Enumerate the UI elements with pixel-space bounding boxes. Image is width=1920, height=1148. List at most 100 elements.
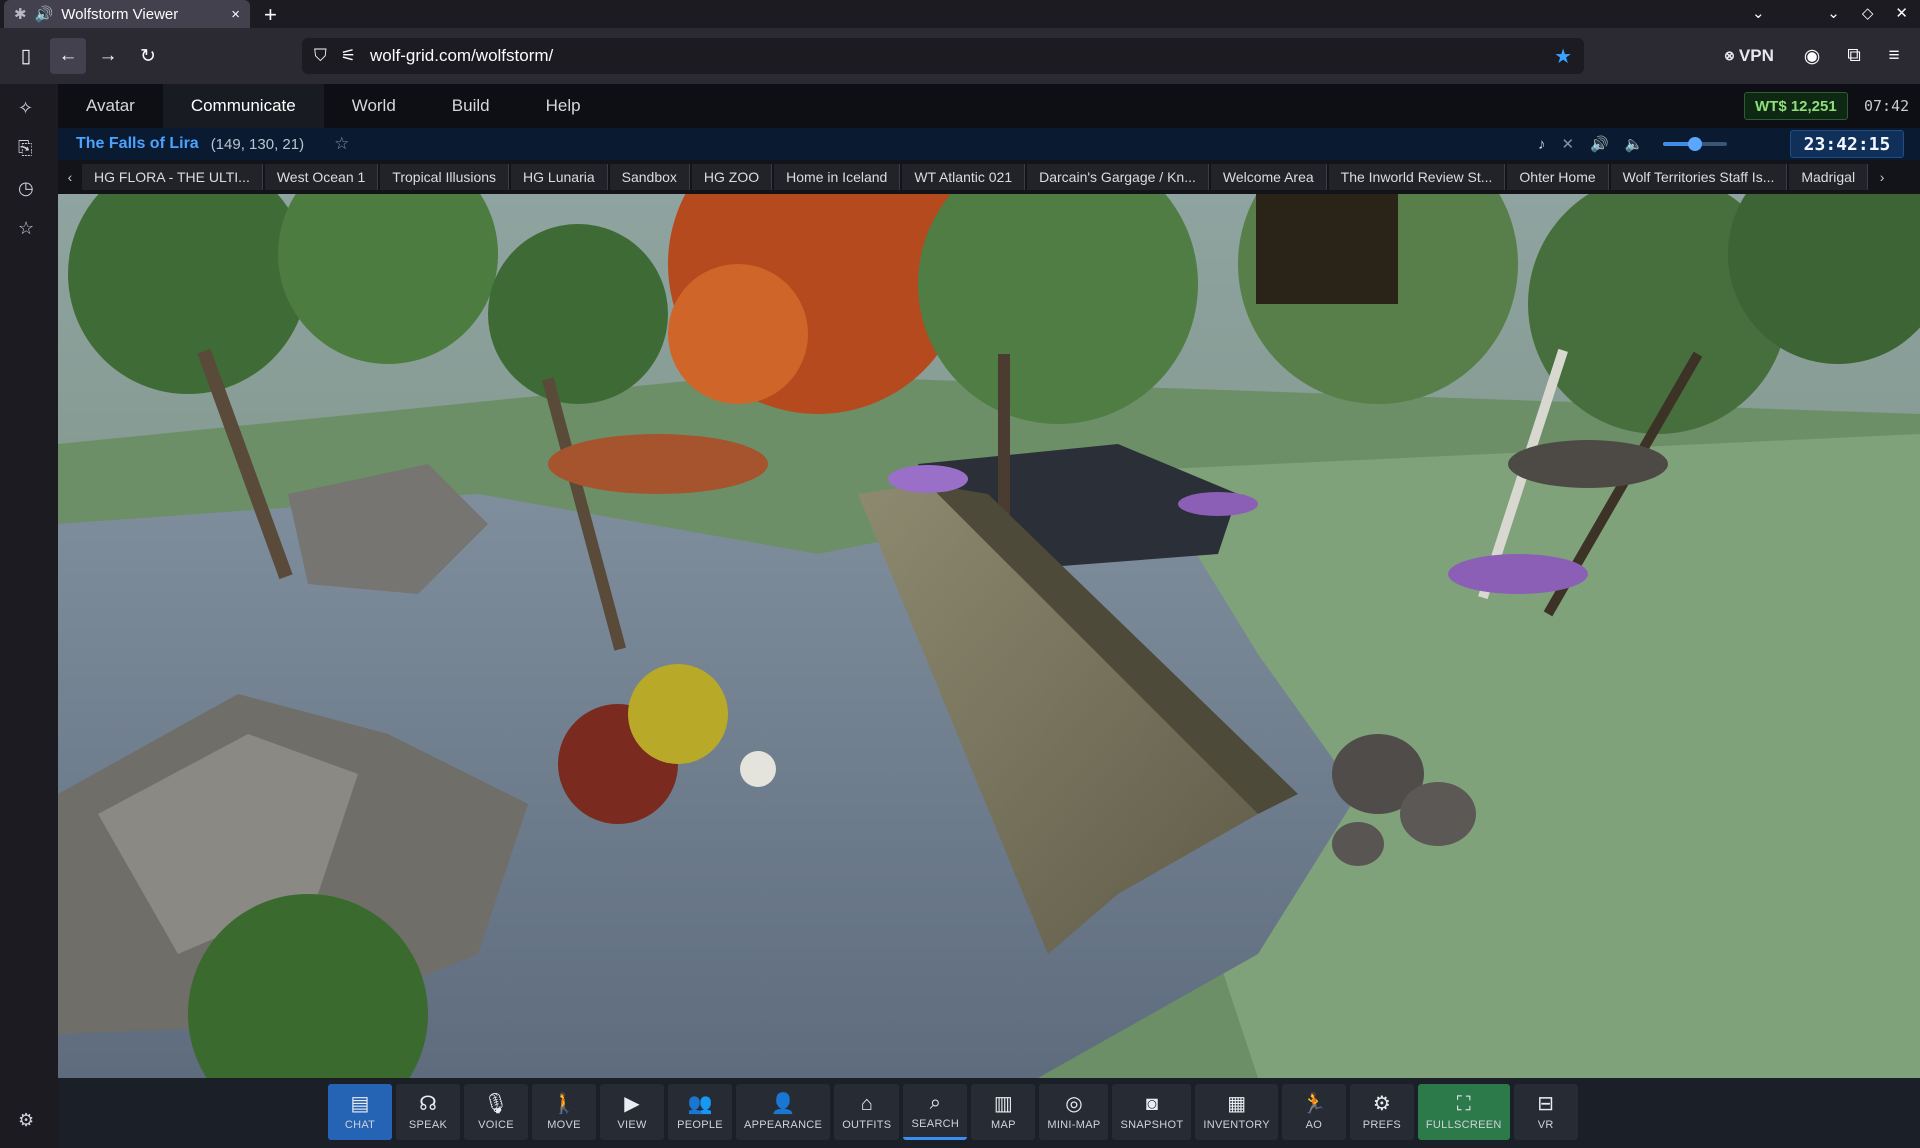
menu-build[interactable]: Build bbox=[424, 84, 518, 128]
volume-slider[interactable] bbox=[1663, 137, 1728, 151]
bookmark-star-icon[interactable]: ★ bbox=[1554, 44, 1572, 69]
viewer-menubar: Avatar Communicate World Build Help WT$ … bbox=[58, 84, 1920, 128]
browser-sidebar: ✧ ⎘ ◷ ☆ ⚙ bbox=[0, 84, 58, 1148]
appearance-label: APPEARANCE bbox=[744, 1119, 823, 1131]
inventory-box-icon: ▦ bbox=[1227, 1093, 1247, 1115]
bookmark-item[interactable]: HG Lunaria bbox=[511, 164, 608, 190]
bookmark-item[interactable]: Welcome Area bbox=[1210, 164, 1327, 190]
compass-icon: ◎ bbox=[1065, 1093, 1083, 1115]
new-tab-button[interactable]: + bbox=[264, 2, 277, 28]
bookmark-item[interactable]: Sandbox bbox=[609, 164, 690, 190]
bookmark-item[interactable]: Home in Iceland bbox=[774, 164, 901, 190]
menu-world[interactable]: World bbox=[324, 84, 424, 128]
bookmark-item[interactable]: Tropical Illusions bbox=[380, 164, 510, 190]
speak-button[interactable]: ☊ SPEAK bbox=[396, 1084, 460, 1140]
person-icon: 👤 bbox=[770, 1093, 796, 1115]
close-window-icon[interactable]: ✕ bbox=[1895, 4, 1908, 22]
ai-sparkle-icon[interactable]: ✧ bbox=[18, 98, 33, 119]
prefs-label: PREFS bbox=[1362, 1119, 1401, 1131]
vpn-button[interactable]: ⊗ VPN bbox=[1724, 28, 1774, 84]
move-button[interactable]: 🚶 MOVE bbox=[532, 1084, 596, 1140]
search-button[interactable]: ⌕ SEARCH bbox=[903, 1084, 968, 1140]
history-icon[interactable]: ◷ bbox=[18, 178, 34, 199]
audio-playing-icon[interactable]: 🔊 bbox=[35, 5, 54, 23]
bookmark-item[interactable]: Madrigal bbox=[1789, 164, 1869, 190]
speak-label: SPEAK bbox=[408, 1119, 448, 1131]
people-label: PEOPLE bbox=[677, 1119, 723, 1131]
fullscreen-button[interactable]: ⛶ FULLSCREEN bbox=[1417, 1084, 1510, 1140]
teleport-bookmarks-bar: ‹ HG FLORA - THE ULTI... West Ocean 1 Tr… bbox=[58, 160, 1920, 194]
region-coords: (149, 130, 21) bbox=[210, 135, 305, 153]
vr-button[interactable]: ⊟ VR bbox=[1513, 1084, 1578, 1140]
browser-navbar: ▯ ← → ↻ ⛉ ⚟ wolf-grid.com/wolfstorm/ ★ ⊗… bbox=[0, 28, 1920, 84]
url-text[interactable]: wolf-grid.com/wolfstorm/ bbox=[370, 46, 1540, 66]
settings-gear-icon[interactable]: ⚙ bbox=[18, 1110, 34, 1131]
url-bar[interactable]: ⛉ ⚟ wolf-grid.com/wolfstorm/ ★ bbox=[302, 38, 1584, 74]
view-button[interactable]: ▶ VIEW bbox=[600, 1084, 664, 1140]
tab-list-chevron-icon[interactable]: ⌄ bbox=[1752, 4, 1765, 22]
bookmark-item[interactable]: Ohter Home bbox=[1507, 164, 1609, 190]
outfits-button[interactable]: ⌂ OUTFITS bbox=[834, 1084, 900, 1140]
bookmark-item[interactable]: HG FLORA - THE ULTI... bbox=[82, 164, 263, 190]
bookmark-item[interactable]: The Inworld Review St... bbox=[1328, 164, 1506, 190]
close-tab-icon[interactable]: × bbox=[231, 6, 240, 23]
snapshot-button[interactable]: ◙ SNAPSHOT bbox=[1112, 1084, 1192, 1140]
menu-communicate[interactable]: Communicate bbox=[162, 84, 324, 128]
minimap-button[interactable]: ◎ MINI-MAP bbox=[1039, 1084, 1109, 1140]
window-controls: ⌄ ◇ ✕ bbox=[1827, 4, 1908, 22]
volume-low-icon[interactable]: 🔈 bbox=[1625, 135, 1644, 153]
chat-label: CHAT bbox=[344, 1119, 376, 1131]
bookmark-item[interactable]: HG ZOO bbox=[691, 164, 773, 190]
bookmark-item[interactable]: Darcain's Gargage / Kn... bbox=[1027, 164, 1209, 190]
volume-icon[interactable]: 🔊 bbox=[1590, 135, 1609, 153]
bookmarks-scroll-right-icon[interactable]: › bbox=[1870, 169, 1894, 185]
time-display: 07:42 bbox=[1864, 97, 1910, 115]
people-button[interactable]: 👥 PEOPLE bbox=[668, 1084, 732, 1140]
bookmark-item[interactable]: Wolf Territories Staff Is... bbox=[1610, 164, 1788, 190]
media-muted-icon[interactable]: ✕ bbox=[1562, 135, 1575, 153]
3d-viewport[interactable] bbox=[58, 194, 1920, 1078]
map-button[interactable]: ▥ MAP bbox=[971, 1084, 1036, 1140]
inventory-label: INVENTORY bbox=[1203, 1119, 1270, 1131]
extensions-icon[interactable]: ⧉ bbox=[1836, 28, 1872, 84]
map-label: MAP bbox=[990, 1119, 1016, 1131]
favorite-location-icon[interactable]: ☆ bbox=[334, 134, 349, 154]
menu-help[interactable]: Help bbox=[518, 84, 609, 128]
voice-button[interactable]: 🎙 VOICE bbox=[464, 1084, 528, 1140]
volume-slider-knob[interactable] bbox=[1688, 137, 1703, 151]
forward-arrow-icon[interactable]: → bbox=[90, 28, 126, 84]
chat-button[interactable]: ▤ CHAT bbox=[328, 1084, 392, 1140]
sidebar-toggle-icon[interactable]: ▯ bbox=[8, 28, 44, 84]
vr-label: VR bbox=[1537, 1119, 1554, 1131]
hanger-icon: ⌂ bbox=[860, 1093, 873, 1115]
synced-tabs-icon[interactable]: ⎘ bbox=[18, 138, 32, 159]
music-note-icon[interactable]: ♪ bbox=[1538, 136, 1546, 153]
ao-button[interactable]: 🏃 AO bbox=[1281, 1084, 1346, 1140]
browser-tab-strip: ✱ 🔊 Wolfstorm Viewer × + ⌄ ⌄ ◇ ✕ bbox=[0, 0, 1920, 28]
bookmarks-scroll-left-icon[interactable]: ‹ bbox=[58, 169, 82, 185]
inventory-button[interactable]: ▦ INVENTORY bbox=[1195, 1084, 1278, 1140]
reload-icon[interactable]: ↻ bbox=[130, 28, 166, 84]
running-person-icon: 🏃 bbox=[1301, 1093, 1327, 1115]
menu-avatar[interactable]: Avatar bbox=[58, 84, 163, 128]
minimize-icon[interactable]: ⌄ bbox=[1827, 4, 1840, 22]
site-info-icon[interactable]: ⚟ bbox=[341, 46, 356, 66]
bookmarks-star-icon[interactable]: ☆ bbox=[18, 218, 34, 239]
region-name[interactable]: The Falls of Lira bbox=[76, 135, 199, 153]
appearance-button[interactable]: 👤 APPEARANCE bbox=[736, 1084, 831, 1140]
scene-rendering bbox=[58, 194, 1920, 1078]
back-arrow-icon[interactable]: ← bbox=[50, 38, 86, 74]
bookmark-item[interactable]: WT Atlantic 021 bbox=[902, 164, 1026, 190]
shield-icon[interactable]: ⛉ bbox=[314, 46, 327, 66]
bookmark-item[interactable]: West Ocean 1 bbox=[264, 164, 379, 190]
browser-tab[interactable]: ✱ 🔊 Wolfstorm Viewer × bbox=[4, 0, 250, 28]
view-label: VIEW bbox=[617, 1119, 647, 1131]
prefs-button[interactable]: ⚙ PREFS bbox=[1349, 1084, 1414, 1140]
vr-headset-icon: ⊟ bbox=[1537, 1093, 1555, 1115]
account-icon[interactable]: ◉ bbox=[1794, 28, 1830, 84]
currency-balance[interactable]: WT$ 12,251 bbox=[1744, 92, 1848, 120]
maximize-icon[interactable]: ◇ bbox=[1862, 4, 1874, 22]
camera-video-icon: ▶ bbox=[624, 1093, 640, 1115]
move-label: MOVE bbox=[547, 1119, 581, 1131]
menu-hamburger-icon[interactable]: ≡ bbox=[1876, 28, 1912, 84]
